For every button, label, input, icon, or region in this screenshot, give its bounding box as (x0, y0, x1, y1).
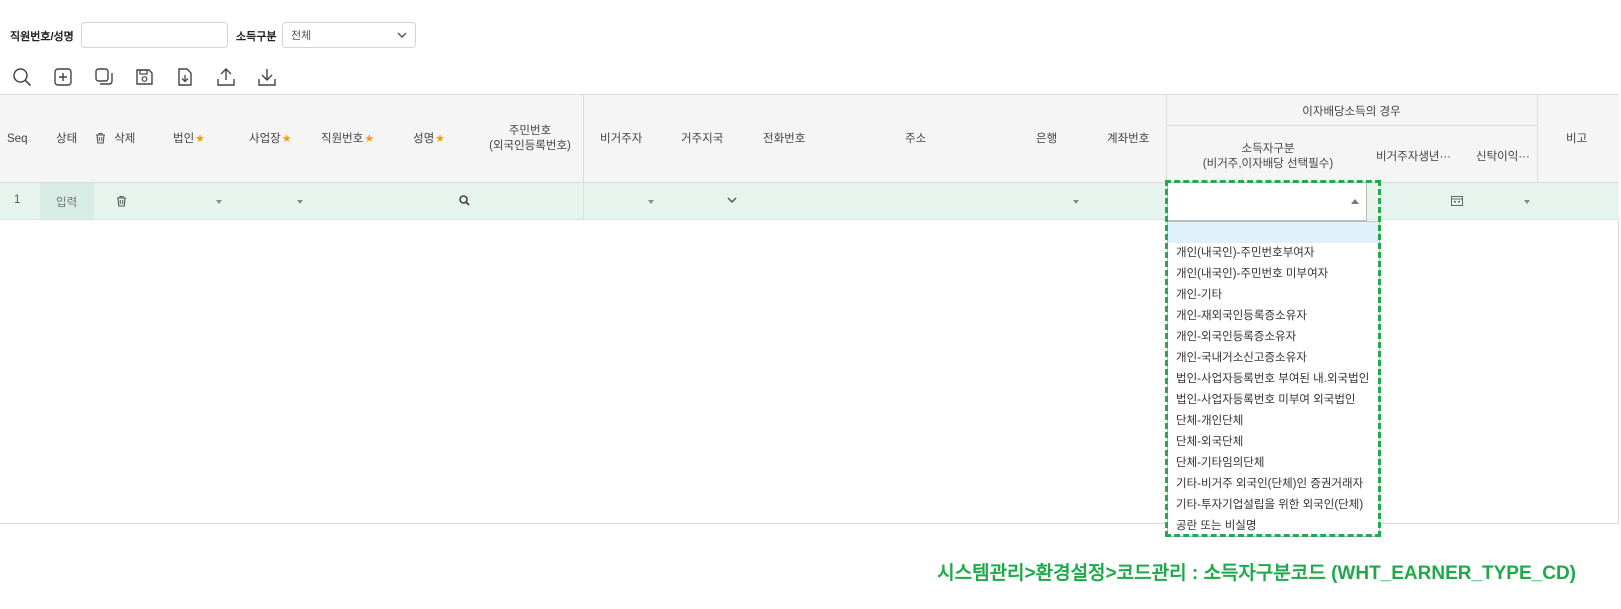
table-row[interactable]: 1 입력 (0, 183, 1619, 220)
header-nonres-birth: 비거주자생년··· (1376, 151, 1451, 163)
income-type-label: 소득구분 (236, 31, 277, 43)
dropdown-option[interactable]: 법인-사업자등록번호 미부여 외국법인 (1168, 390, 1379, 411)
required-star-icon: ★ (195, 133, 206, 145)
header-earner-type-line2: (비거주,이자배당 선택필수) (1202, 158, 1334, 170)
required-star-icon: ★ (435, 133, 446, 145)
chevron-down-icon[interactable] (727, 196, 737, 204)
search-icon[interactable] (459, 195, 470, 206)
dropdown-option[interactable]: 단체-기타임의단체 (1168, 453, 1379, 474)
header-biz-label: 사업장 (249, 133, 281, 145)
row-status-cell: 입력 (40, 183, 94, 219)
chevron-down-icon (397, 32, 407, 38)
employee-search-label: 직원번호/성명 (10, 31, 74, 43)
header-trust: 신탁이익··· (1476, 151, 1530, 163)
dropdown-option[interactable]: 개인(내국인)-주민번호 미부여자 (1168, 264, 1379, 285)
header-group-interest: 이자배당소득의 경우 (1302, 106, 1401, 118)
add-icon[interactable] (52, 66, 74, 88)
row-status: 입력 (56, 197, 78, 209)
nonresident-caret-icon[interactable] (648, 200, 654, 204)
header-bank: 은행 (1036, 133, 1058, 145)
trash-icon[interactable] (116, 195, 127, 207)
header-remark: 비고 (1566, 133, 1588, 145)
header-earner-type-line1: 소득자구분 (1241, 143, 1295, 155)
earner-type-dropdown-list: 개인(내국인)-주민번호부여자 개인(내국인)-주민번호 미부여자 개인-기타 … (1167, 221, 1380, 537)
search-icon[interactable] (11, 66, 33, 88)
dropdown-option[interactable]: 개인-재외국인등록증소유자 (1168, 306, 1379, 327)
trust-dropdown-caret-icon[interactable] (1524, 200, 1530, 204)
download-icon[interactable] (256, 66, 278, 88)
annotation-text: 시스템관리>환경설정>코드관리 : 소득자구분코드 (WHT_EARNER_TY… (937, 563, 1576, 584)
employee-search-input[interactable] (81, 22, 228, 48)
header-delete: 삭제 (95, 132, 135, 147)
dropdown-option[interactable] (1168, 222, 1379, 243)
dropdown-option[interactable]: 개인-기타 (1168, 285, 1379, 306)
row-seq: 1 (14, 194, 21, 206)
header-corp: 법인★ (173, 132, 205, 147)
caret-up-icon (1351, 199, 1359, 204)
header-delete-label: 삭제 (114, 133, 136, 145)
save-icon[interactable] (133, 66, 155, 88)
header-emp-no-label: 직원번호 (321, 133, 364, 145)
dropdown-option[interactable]: 공란 또는 비실명 (1168, 516, 1379, 537)
file-download-icon[interactable] (174, 66, 196, 88)
biz-dropdown-caret-icon[interactable] (297, 200, 303, 204)
bank-dropdown-caret-icon[interactable] (1073, 200, 1079, 204)
dropdown-option[interactable]: 단체-개인단체 (1168, 411, 1379, 432)
header-name: 성명★ (413, 132, 445, 147)
header-emp-no: 직원번호★ (321, 132, 374, 147)
earner-type-select[interactable] (1167, 182, 1367, 221)
header-status: 상태 (56, 133, 78, 145)
dropdown-option[interactable]: 단체-외국단체 (1168, 432, 1379, 453)
dropdown-option[interactable]: 기타-투자기업설립을 위한 외국인(단체) (1168, 495, 1379, 516)
header-biz: 사업장★ (249, 132, 292, 147)
corp-dropdown-caret-icon[interactable] (216, 200, 222, 204)
income-type-value: 전체 (291, 30, 312, 42)
header-account: 계좌번호 (1107, 133, 1150, 145)
dropdown-option[interactable]: 개인-국내거소신고증소유자 (1168, 348, 1379, 369)
header-corp-label: 법인 (173, 133, 195, 145)
upload-icon[interactable] (215, 66, 237, 88)
copy-icon[interactable] (93, 66, 115, 88)
header-rrn-line1: 주민번호 (508, 125, 552, 137)
dropdown-option[interactable]: 기타-비거주 외국인(단체)인 증권거래자 (1168, 474, 1379, 495)
calendar-icon[interactable] (1451, 195, 1463, 206)
header-rrn-line2: (외국인등록번호) (489, 140, 571, 152)
header-residence: 거주지국 (681, 133, 724, 145)
dropdown-option[interactable]: 법인-사업자등록번호 부여된 내.외국법인 (1168, 369, 1379, 390)
header-phone: 전화번호 (763, 133, 806, 145)
grid-header: Seq 상태 삭제 법인★ 사업장★ 직원번호★ 성명★ 주민번호 (외국인등록… (0, 94, 1619, 183)
required-star-icon: ★ (364, 133, 375, 145)
header-address: 주소 (905, 133, 927, 145)
dropdown-option[interactable]: 개인(내국인)-주민번호부여자 (1168, 243, 1379, 264)
header-seq: Seq (7, 133, 28, 145)
required-star-icon: ★ (281, 133, 292, 145)
dropdown-option[interactable]: 개인-외국인등록증소유자 (1168, 327, 1379, 348)
header-rrn: 주민번호 (외국인등록번호) (487, 124, 573, 154)
header-name-label: 성명 (413, 133, 435, 145)
income-type-select[interactable]: 전체 (282, 22, 416, 48)
trash-icon (96, 132, 105, 144)
header-earner-type: 소득자구분 (비거주,이자배당 선택필수) (1166, 142, 1370, 172)
header-nonresident: 비거주자 (600, 133, 643, 145)
